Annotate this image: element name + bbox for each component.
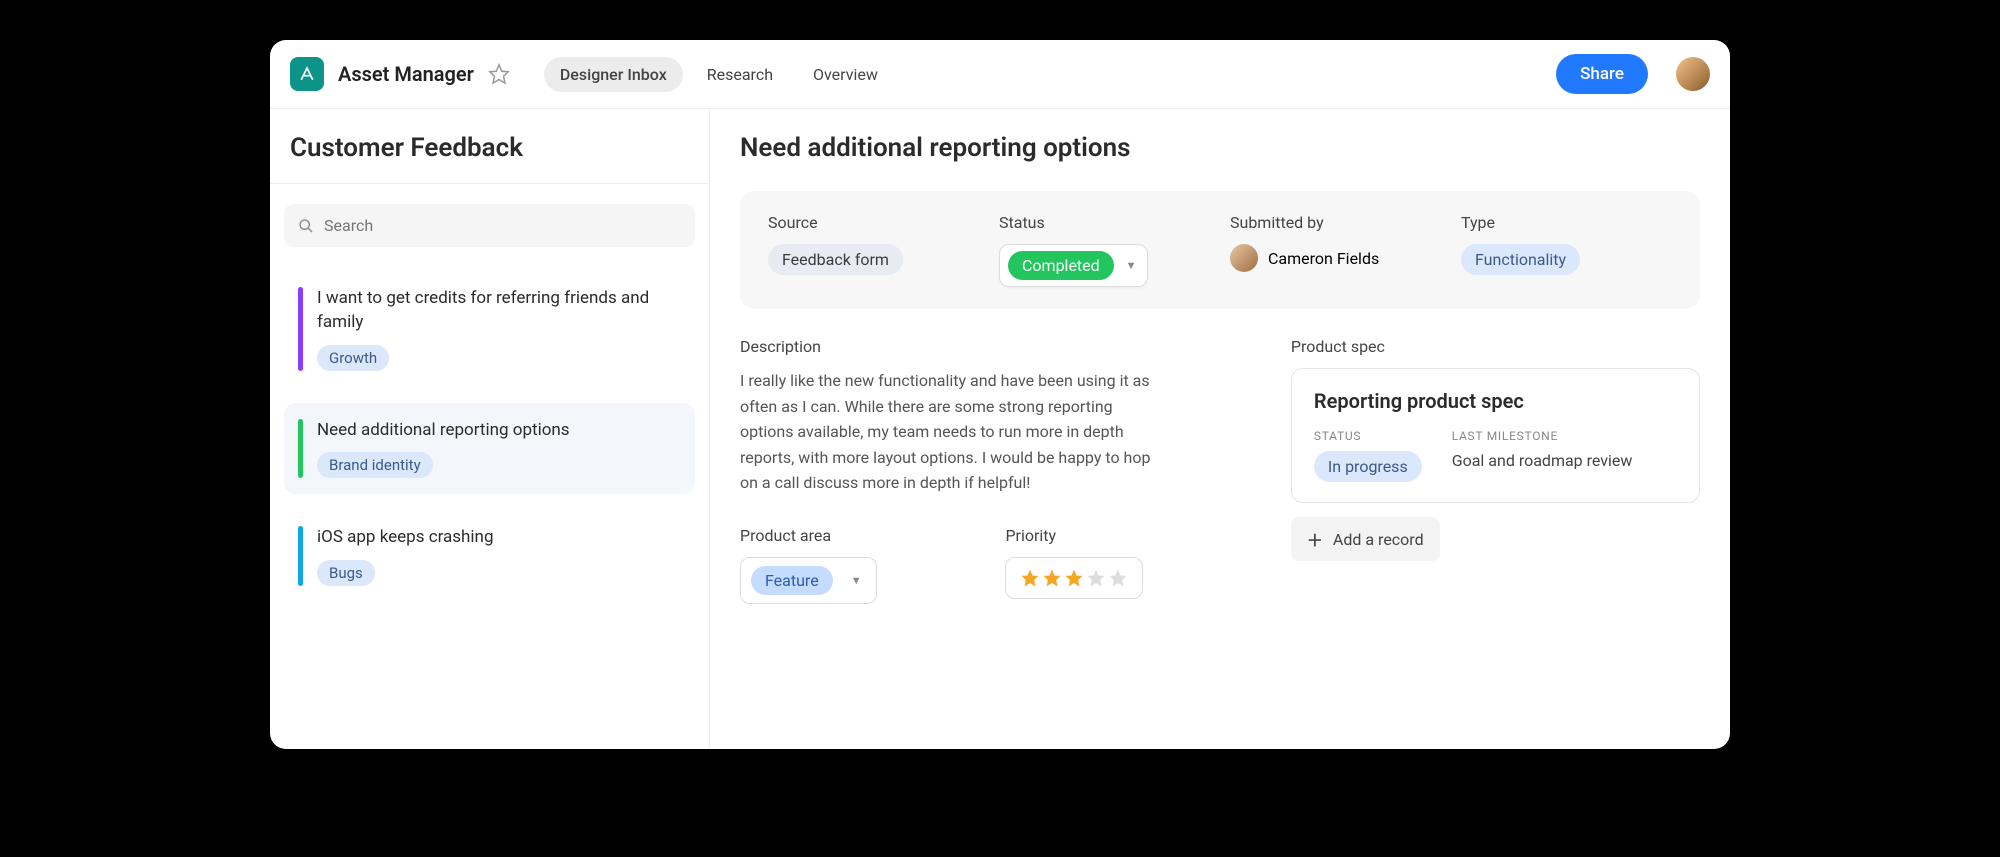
- right-col: Product spec Reporting product spec STAT…: [1291, 337, 1700, 604]
- search-box[interactable]: [284, 204, 695, 247]
- plus-icon: ＋: [1307, 527, 1323, 551]
- spec-milestone-value: Goal and roadmap review: [1452, 451, 1677, 470]
- spec-status-value: In progress: [1314, 451, 1422, 482]
- submitter-name: Cameron Fields: [1268, 249, 1379, 268]
- tab-research[interactable]: Research: [691, 57, 789, 92]
- submitter-avatar: [1230, 244, 1258, 272]
- feedback-item-title: Need additional reporting options: [317, 419, 570, 443]
- priority-label: Priority: [1005, 526, 1230, 545]
- type-value: Functionality: [1461, 244, 1580, 275]
- feedback-item-title: I want to get credits for referring frie…: [317, 287, 681, 335]
- star-icon: [1020, 568, 1040, 588]
- feedback-item-tag: Brand identity: [317, 452, 433, 478]
- status-bar-icon: [298, 287, 303, 371]
- user-avatar[interactable]: [1676, 57, 1710, 91]
- meta-row: Source Feedback form Status Completed ▼ …: [740, 191, 1700, 309]
- product-area-value: Feature: [751, 566, 833, 595]
- sidebar: Customer Feedback I want to get credits …: [270, 109, 710, 749]
- source-value: Feedback form: [768, 244, 903, 275]
- left-col: Description I really like the new functi…: [740, 337, 1231, 604]
- tab-designer-inbox[interactable]: Designer Inbox: [544, 57, 683, 92]
- sidebar-title: Customer Feedback: [290, 133, 689, 163]
- product-area-label: Product area: [740, 526, 965, 545]
- star-icon: [1064, 568, 1084, 588]
- feedback-item-reporting[interactable]: Need additional reporting options Brand …: [284, 403, 695, 495]
- feedback-item-tag: Growth: [317, 345, 389, 371]
- share-button[interactable]: Share: [1556, 54, 1648, 94]
- detail-panel: Need additional reporting options Source…: [710, 109, 1730, 749]
- star-icon: [1042, 568, 1062, 588]
- product-spec-label: Product spec: [1291, 337, 1700, 356]
- meta-label: Source: [768, 213, 979, 232]
- status-dropdown[interactable]: Completed ▼: [999, 244, 1148, 287]
- chevron-down-icon: ▼: [851, 574, 862, 587]
- tab-overview[interactable]: Overview: [797, 57, 894, 92]
- product-area-field: Product area Feature ▼: [740, 526, 965, 604]
- two-col: Description I really like the new functi…: [740, 337, 1700, 604]
- feedback-item-tag: Bugs: [317, 560, 375, 586]
- body: Customer Feedback I want to get credits …: [270, 109, 1730, 749]
- favorite-star-icon[interactable]: [488, 63, 510, 85]
- spec-status-label: STATUS: [1314, 429, 1422, 443]
- tabs: Designer Inbox Research Overview: [544, 57, 894, 92]
- status-bar-icon: [298, 526, 303, 586]
- star-icon: [1086, 568, 1106, 588]
- meta-label: Submitted by: [1230, 213, 1441, 232]
- meta-source: Source Feedback form: [768, 213, 979, 287]
- star-icon: [1108, 568, 1128, 588]
- priority-field: Priority: [1005, 526, 1230, 604]
- add-record-button[interactable]: ＋ Add a record: [1291, 517, 1440, 561]
- product-area-dropdown[interactable]: Feature ▼: [740, 557, 877, 604]
- app-window: Asset Manager Designer Inbox Research Ov…: [270, 40, 1730, 749]
- meta-label: Type: [1461, 213, 1672, 232]
- search-icon: [298, 218, 314, 234]
- topbar: Asset Manager Designer Inbox Research Ov…: [270, 40, 1730, 109]
- meta-status: Status Completed ▼: [999, 213, 1210, 287]
- description-label: Description: [740, 337, 1231, 356]
- meta-submitted-by: Submitted by Cameron Fields: [1230, 213, 1441, 287]
- detail-title: Need additional reporting options: [740, 133, 1700, 163]
- add-record-label: Add a record: [1333, 530, 1424, 549]
- meta-label: Status: [999, 213, 1210, 232]
- search-input[interactable]: [324, 216, 681, 235]
- chevron-down-icon: ▼: [1126, 259, 1137, 272]
- priority-stars[interactable]: [1005, 557, 1143, 599]
- feedback-item-growth[interactable]: I want to get credits for referring frie…: [284, 271, 695, 387]
- spec-card-title: Reporting product spec: [1314, 389, 1677, 413]
- feedback-item-bugs[interactable]: iOS app keeps crashing Bugs: [284, 510, 695, 602]
- sidebar-header: Customer Feedback: [270, 109, 709, 184]
- app-logo-icon: [290, 57, 324, 91]
- spec-milestone-label: LAST MILESTONE: [1452, 429, 1677, 443]
- meta-type: Type Functionality: [1461, 213, 1672, 287]
- feedback-item-title: iOS app keeps crashing: [317, 526, 494, 550]
- status-value: Completed: [1008, 251, 1114, 280]
- status-bar-icon: [298, 419, 303, 479]
- sidebar-content: I want to get credits for referring frie…: [270, 184, 709, 638]
- product-spec-card[interactable]: Reporting product spec STATUS In progres…: [1291, 368, 1700, 503]
- app-title: Asset Manager: [338, 62, 474, 86]
- description-text: I really like the new functionality and …: [740, 368, 1160, 496]
